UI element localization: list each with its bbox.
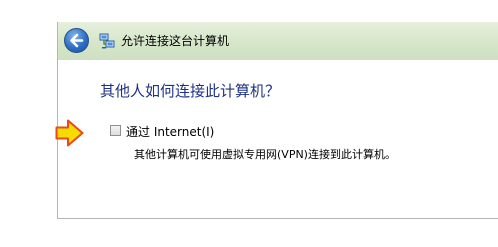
internet-checkbox[interactable] xyxy=(110,125,121,136)
dialog-window: 允许连接这台计算机 其他人如何连接此计算机？ 通过 Internet(I) 其他… xyxy=(57,22,498,219)
screenshot: 允许连接这台计算机 其他人如何连接此计算机？ 通过 Internet(I) 其他… xyxy=(0,0,498,247)
back-button[interactable] xyxy=(64,28,89,53)
network-icon xyxy=(99,33,115,49)
back-arrow-icon xyxy=(70,33,84,48)
title-bar: 允许连接这台计算机 xyxy=(58,22,498,60)
page-heading: 其他人如何连接此计算机？ xyxy=(100,82,281,100)
internet-option-label[interactable]: 通过 Internet(I) xyxy=(126,123,214,140)
yellow-arrow-icon xyxy=(55,119,84,147)
window-title: 允许连接这台计算机 xyxy=(121,34,230,48)
internet-option-description: 其他计算机可使用虚拟专用网(VPN)连接到此计算机。 xyxy=(134,148,396,161)
